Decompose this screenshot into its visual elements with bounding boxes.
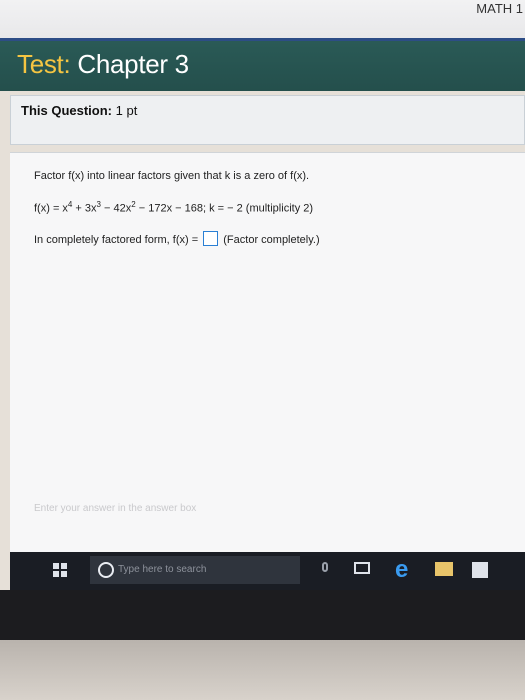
edge-icon[interactable]: e [395, 558, 408, 582]
task-view-icon[interactable] [354, 562, 370, 574]
test-header: Test: Chapter 3 [0, 41, 525, 91]
windows-taskbar: Type here to search e [10, 552, 525, 590]
taskbar-search-box[interactable]: Type here to search [90, 556, 300, 584]
search-placeholder: Type here to search [118, 564, 207, 575]
test-title-chapter: Chapter 3 [77, 49, 189, 79]
answer-suffix: (Factor completely.) [223, 234, 320, 246]
problem-instruction: Factor f(x) into linear factors given th… [34, 170, 310, 182]
desk-surface [0, 640, 525, 700]
microphone-icon[interactable] [322, 562, 328, 572]
store-icon[interactable] [472, 562, 488, 578]
test-title: Test: Chapter 3 [17, 49, 189, 80]
course-code: MATH 1 [476, 1, 523, 16]
top-bar: MATH 1 [0, 0, 525, 41]
search-icon [98, 562, 114, 578]
question-points-value: 1 pt [115, 103, 138, 118]
question-content: Factor f(x) into linear factors given th… [10, 152, 525, 553]
answer-hint: Enter your answer in the answer box [34, 503, 197, 514]
question-label: This Question: [21, 103, 112, 118]
question-points: This Question: 1 pt [21, 103, 137, 118]
problem-function: f(x) = x4 + 3x3 − 42x2 − 172x − 168; k =… [34, 200, 314, 215]
folder-icon[interactable] [435, 562, 453, 576]
question-info-bar: This Question: 1 pt [10, 95, 525, 145]
test-title-prefix: Test: [17, 49, 71, 79]
answer-line: In completely factored form, f(x) = (Fac… [34, 231, 320, 246]
answer-prefix: In completely factored form, f(x) = [34, 234, 199, 246]
answer-input[interactable] [203, 231, 219, 246]
windows-icon[interactable] [53, 563, 67, 577]
